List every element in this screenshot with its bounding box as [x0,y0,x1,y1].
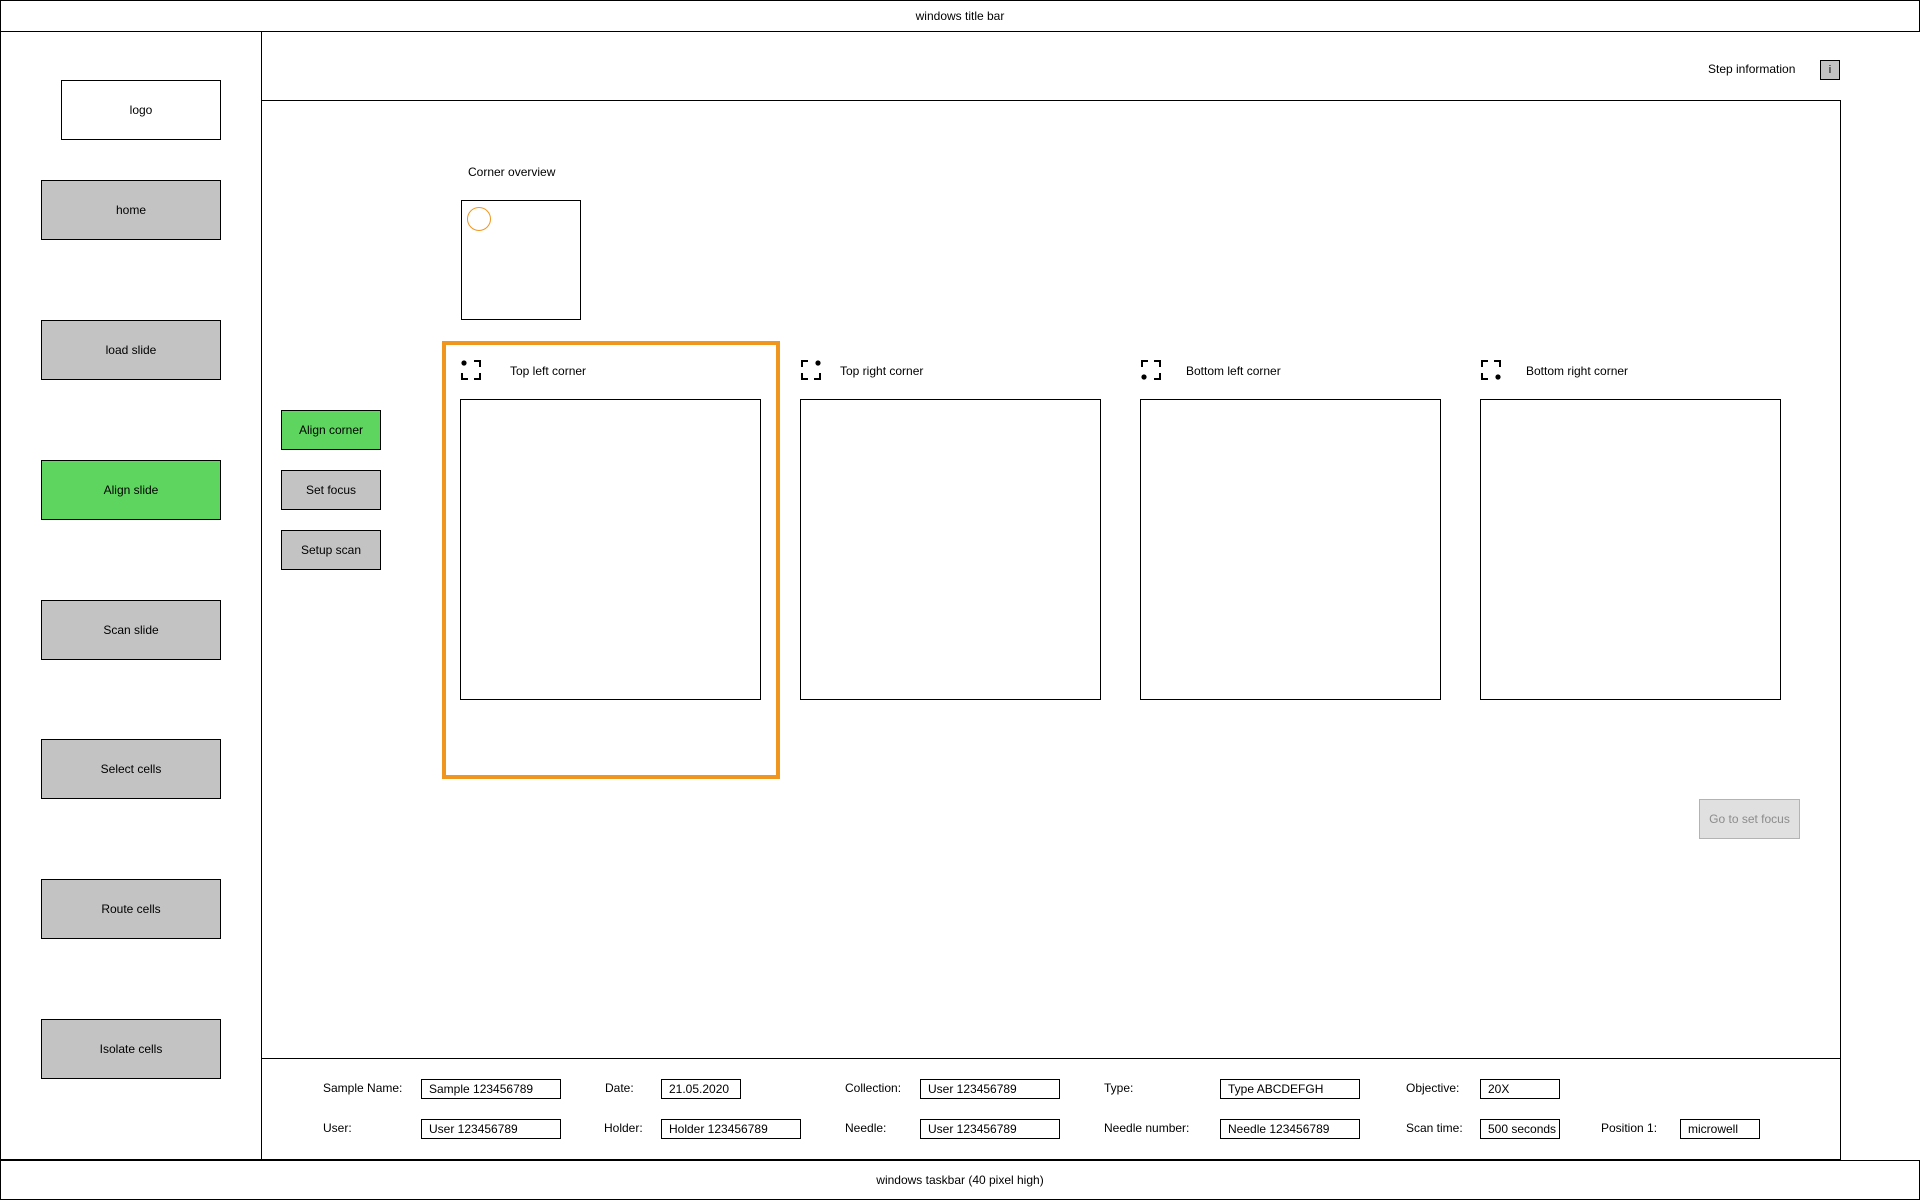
info-button[interactable]: i [1820,60,1840,80]
go-to-set-focus-button[interactable]: Go to set focus [1699,799,1800,839]
sample-name-field[interactable]: Sample 123456789 [421,1079,561,1099]
top-right-corner-icon [801,360,821,380]
window-title-text: windows title bar [915,9,1005,23]
bottom-right-corner-icon [1481,360,1501,380]
logo: logo [61,80,221,140]
set-focus-button[interactable]: Set focus [281,470,381,510]
taskbar-text: windows taskbar (40 pixel high) [876,1173,1044,1187]
align-corner-button[interactable]: Align corner [281,410,381,450]
scan-time-field[interactable]: 500 seconds [1480,1119,1560,1139]
corner-label: Top left corner [510,364,587,378]
corner-label: Bottom left corner [1186,364,1281,378]
objective-label: Objective: [1406,1081,1460,1095]
substep-label: Align corner [298,423,364,437]
sidebar-item-label: load slide [105,343,157,357]
sidebar-item-label: home [115,203,147,217]
sidebar-item-select-cells[interactable]: Select cells [41,739,221,799]
needle-number-label: Needle number: [1104,1121,1190,1135]
sidebar-item-label: Scan slide [103,623,159,637]
sidebar-item-label: Align slide [103,483,159,497]
needle-label: Needle: [845,1121,887,1135]
type-label: Type: [1104,1081,1134,1095]
date-label: Date: [605,1081,634,1095]
position-label: Position 1: [1601,1121,1658,1135]
corner-view-top-left[interactable] [460,399,761,700]
sidebar-item-route-cells[interactable]: Route cells [41,879,221,939]
logo-text: logo [129,103,153,117]
sample-name-label: Sample Name: [323,1081,403,1095]
substep-label: Setup scan [300,543,362,557]
objective-field[interactable]: 20X [1480,1079,1560,1099]
collection-label: Collection: [845,1081,902,1095]
sidebar-item-load-slide[interactable]: load slide [41,320,221,380]
windows-taskbar[interactable]: windows taskbar (40 pixel high) [0,1160,1920,1200]
sidebar-item-align-slide[interactable]: Align slide [41,460,221,520]
corner-view-bottom-right[interactable] [1480,399,1781,700]
sidebar-item-home[interactable]: home [41,180,221,240]
sidebar-item-label: Isolate cells [99,1042,163,1056]
sample-info-panel [261,1058,1841,1160]
go-to-set-focus-label: Go to set focus [1709,812,1790,826]
sidebar-item-label: Select cells [100,762,162,776]
top-left-corner-icon [461,360,481,380]
collection-field[interactable]: User 123456789 [920,1079,1060,1099]
scan-time-label: Scan time: [1406,1121,1463,1135]
sidebar-item-scan-slide[interactable]: Scan slide [41,600,221,660]
holder-label: Holder: [604,1121,643,1135]
corner-overview-title: Corner overview [468,165,556,179]
user-field[interactable]: User 123456789 [421,1119,561,1139]
needle-number-field[interactable]: Needle 123456789 [1220,1119,1360,1139]
corner-label: Top right corner [840,364,924,378]
corner-view-bottom-left[interactable] [1140,399,1441,700]
setup-scan-button[interactable]: Setup scan [281,530,381,570]
position-field[interactable]: microwell [1680,1119,1760,1139]
substep-label: Set focus [305,483,357,497]
current-corner-marker [467,207,491,231]
window-title-bar[interactable]: windows title bar [0,0,1920,32]
sidebar-item-isolate-cells[interactable]: Isolate cells [41,1019,221,1079]
bottom-left-corner-icon [1141,360,1161,380]
corner-label: Bottom right corner [1526,364,1629,378]
corner-view-top-right[interactable] [800,399,1101,700]
corner-overview-map[interactable] [461,200,581,320]
info-icon: i [1828,64,1832,76]
step-information-label: Step information [1708,62,1796,76]
date-field[interactable]: 21.05.2020 [661,1079,741,1099]
type-field[interactable]: Type ABCDEFGH [1220,1079,1360,1099]
holder-field[interactable]: Holder 123456789 [661,1119,801,1139]
sidebar-item-label: Route cells [101,902,161,916]
user-label: User: [323,1121,352,1135]
needle-field[interactable]: User 123456789 [920,1119,1060,1139]
